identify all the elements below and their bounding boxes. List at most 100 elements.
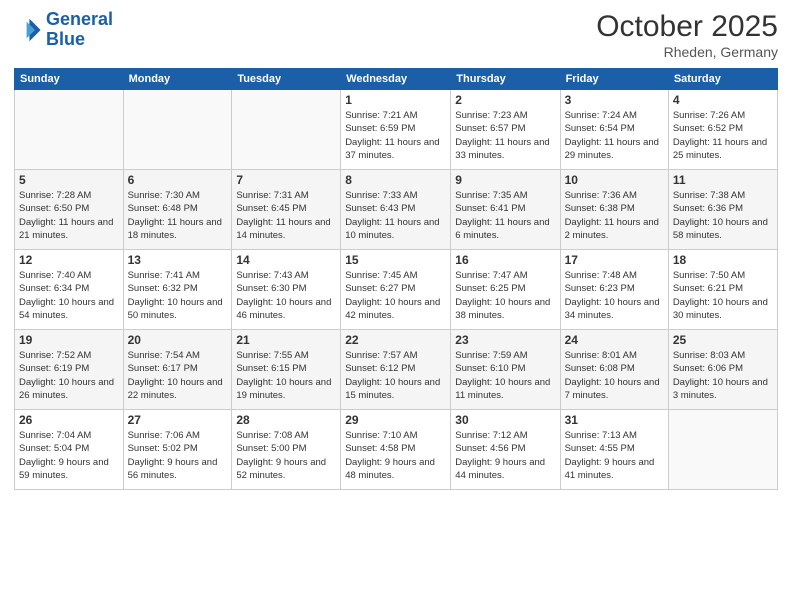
day-info: Sunrise: 7:26 AM Sunset: 6:52 PM Dayligh… bbox=[673, 109, 773, 162]
logo-text: General Blue bbox=[46, 10, 113, 50]
day-info: Sunrise: 7:23 AM Sunset: 6:57 PM Dayligh… bbox=[455, 109, 555, 162]
calendar-cell: 27 Sunrise: 7:06 AM Sunset: 5:02 PM Dayli… bbox=[123, 410, 232, 490]
day-number: 10 bbox=[565, 173, 664, 187]
day-number: 15 bbox=[345, 253, 446, 267]
day-info: Sunrise: 7:57 AM Sunset: 6:12 PM Dayligh… bbox=[345, 349, 446, 402]
calendar-cell: 2 Sunrise: 7:23 AM Sunset: 6:57 PM Daylig… bbox=[451, 90, 560, 170]
day-number: 17 bbox=[565, 253, 664, 267]
calendar-week-4: 19 Sunrise: 7:52 AM Sunset: 6:19 PM Dayli… bbox=[15, 330, 778, 410]
calendar-cell: 12 Sunrise: 7:40 AM Sunset: 6:34 PM Dayli… bbox=[15, 250, 124, 330]
day-header-sunday: Sunday bbox=[15, 69, 124, 90]
day-number: 25 bbox=[673, 333, 773, 347]
day-number: 11 bbox=[673, 173, 773, 187]
day-info: Sunrise: 7:28 AM Sunset: 6:50 PM Dayligh… bbox=[19, 189, 119, 242]
calendar-cell: 20 Sunrise: 7:54 AM Sunset: 6:17 PM Dayli… bbox=[123, 330, 232, 410]
day-info: Sunrise: 7:59 AM Sunset: 6:10 PM Dayligh… bbox=[455, 349, 555, 402]
calendar-cell: 17 Sunrise: 7:48 AM Sunset: 6:23 PM Dayli… bbox=[560, 250, 668, 330]
title-block: October 2025 Rheden, Germany bbox=[596, 10, 778, 60]
day-info: Sunrise: 8:03 AM Sunset: 6:06 PM Dayligh… bbox=[673, 349, 773, 402]
day-number: 6 bbox=[128, 173, 228, 187]
day-number: 5 bbox=[19, 173, 119, 187]
header: General Blue October 2025 Rheden, German… bbox=[14, 10, 778, 60]
day-header-thursday: Thursday bbox=[451, 69, 560, 90]
day-number: 9 bbox=[455, 173, 555, 187]
calendar-cell: 14 Sunrise: 7:43 AM Sunset: 6:30 PM Dayli… bbox=[232, 250, 341, 330]
calendar-cell: 25 Sunrise: 8:03 AM Sunset: 6:06 PM Dayli… bbox=[668, 330, 777, 410]
day-number: 19 bbox=[19, 333, 119, 347]
day-number: 1 bbox=[345, 93, 446, 107]
day-info: Sunrise: 7:35 AM Sunset: 6:41 PM Dayligh… bbox=[455, 189, 555, 242]
day-info: Sunrise: 7:45 AM Sunset: 6:27 PM Dayligh… bbox=[345, 269, 446, 322]
calendar-cell: 7 Sunrise: 7:31 AM Sunset: 6:45 PM Daylig… bbox=[232, 170, 341, 250]
day-number: 20 bbox=[128, 333, 228, 347]
day-header-monday: Monday bbox=[123, 69, 232, 90]
day-info: Sunrise: 7:04 AM Sunset: 5:04 PM Dayligh… bbox=[19, 429, 119, 482]
calendar-header-row: SundayMondayTuesdayWednesdayThursdayFrid… bbox=[15, 69, 778, 90]
day-number: 18 bbox=[673, 253, 773, 267]
day-number: 31 bbox=[565, 413, 664, 427]
calendar-cell: 13Sunrise: 7:41 AM Sunset: 6:32 PM Dayli… bbox=[123, 250, 232, 330]
day-header-tuesday: Tuesday bbox=[232, 69, 341, 90]
calendar: SundayMondayTuesdayWednesdayThursdayFrid… bbox=[14, 68, 778, 490]
calendar-cell bbox=[232, 90, 341, 170]
day-number: 28 bbox=[236, 413, 336, 427]
day-number: 7 bbox=[236, 173, 336, 187]
day-info: Sunrise: 7:36 AM Sunset: 6:38 PM Dayligh… bbox=[565, 189, 664, 242]
day-info: Sunrise: 7:08 AM Sunset: 5:00 PM Dayligh… bbox=[236, 429, 336, 482]
day-info: Sunrise: 7:31 AM Sunset: 6:45 PM Dayligh… bbox=[236, 189, 336, 242]
day-number: 13 bbox=[128, 253, 228, 267]
calendar-cell: 11 Sunrise: 7:38 AM Sunset: 6:36 PM Dayli… bbox=[668, 170, 777, 250]
month-title: October 2025 bbox=[596, 10, 778, 44]
day-info: Sunrise: 7:33 AM Sunset: 6:43 PM Dayligh… bbox=[345, 189, 446, 242]
calendar-cell: 26 Sunrise: 7:04 AM Sunset: 5:04 PM Dayli… bbox=[15, 410, 124, 490]
day-info: Sunrise: 7:50 AM Sunset: 6:21 PM Dayligh… bbox=[673, 269, 773, 322]
calendar-cell: 5 Sunrise: 7:28 AM Sunset: 6:50 PM Daylig… bbox=[15, 170, 124, 250]
logo-line2: Blue bbox=[46, 30, 113, 50]
calendar-cell: 22Sunrise: 7:57 AM Sunset: 6:12 PM Dayli… bbox=[341, 330, 451, 410]
day-info: Sunrise: 7:40 AM Sunset: 6:34 PM Dayligh… bbox=[19, 269, 119, 322]
calendar-cell: 31Sunrise: 7:13 AM Sunset: 4:55 PM Dayli… bbox=[560, 410, 668, 490]
day-number: 14 bbox=[236, 253, 336, 267]
day-info: Sunrise: 8:01 AM Sunset: 6:08 PM Dayligh… bbox=[565, 349, 664, 402]
day-number: 2 bbox=[455, 93, 555, 107]
day-info: Sunrise: 7:21 AM Sunset: 6:59 PM Dayligh… bbox=[345, 109, 446, 162]
day-number: 26 bbox=[19, 413, 119, 427]
day-info: Sunrise: 7:52 AM Sunset: 6:19 PM Dayligh… bbox=[19, 349, 119, 402]
calendar-cell bbox=[15, 90, 124, 170]
day-info: Sunrise: 7:06 AM Sunset: 5:02 PM Dayligh… bbox=[128, 429, 228, 482]
day-info: Sunrise: 7:55 AM Sunset: 6:15 PM Dayligh… bbox=[236, 349, 336, 402]
calendar-cell bbox=[668, 410, 777, 490]
day-number: 24 bbox=[565, 333, 664, 347]
logo-icon bbox=[14, 16, 42, 44]
day-info: Sunrise: 7:30 AM Sunset: 6:48 PM Dayligh… bbox=[128, 189, 228, 242]
calendar-week-3: 12 Sunrise: 7:40 AM Sunset: 6:34 PM Dayli… bbox=[15, 250, 778, 330]
calendar-week-1: 1 Sunrise: 7:21 AM Sunset: 6:59 PM Daylig… bbox=[15, 90, 778, 170]
calendar-cell: 1 Sunrise: 7:21 AM Sunset: 6:59 PM Daylig… bbox=[341, 90, 451, 170]
day-info: Sunrise: 7:10 AM Sunset: 4:58 PM Dayligh… bbox=[345, 429, 446, 482]
day-number: 30 bbox=[455, 413, 555, 427]
day-info: Sunrise: 7:54 AM Sunset: 6:17 PM Dayligh… bbox=[128, 349, 228, 402]
day-number: 3 bbox=[565, 93, 664, 107]
calendar-cell: 21 Sunrise: 7:55 AM Sunset: 6:15 PM Dayli… bbox=[232, 330, 341, 410]
calendar-cell: 24 Sunrise: 8:01 AM Sunset: 6:08 PM Dayli… bbox=[560, 330, 668, 410]
day-number: 12 bbox=[19, 253, 119, 267]
day-info: Sunrise: 7:48 AM Sunset: 6:23 PM Dayligh… bbox=[565, 269, 664, 322]
location: Rheden, Germany bbox=[596, 44, 778, 60]
day-number: 27 bbox=[128, 413, 228, 427]
day-info: Sunrise: 7:43 AM Sunset: 6:30 PM Dayligh… bbox=[236, 269, 336, 322]
day-info: Sunrise: 7:47 AM Sunset: 6:25 PM Dayligh… bbox=[455, 269, 555, 322]
calendar-cell: 18 Sunrise: 7:50 AM Sunset: 6:21 PM Dayli… bbox=[668, 250, 777, 330]
day-number: 29 bbox=[345, 413, 446, 427]
day-number: 21 bbox=[236, 333, 336, 347]
day-number: 8 bbox=[345, 173, 446, 187]
day-info: Sunrise: 7:24 AM Sunset: 6:54 PM Dayligh… bbox=[565, 109, 664, 162]
calendar-cell: 23 Sunrise: 7:59 AM Sunset: 6:10 PM Dayli… bbox=[451, 330, 560, 410]
calendar-cell: 19 Sunrise: 7:52 AM Sunset: 6:19 PM Dayli… bbox=[15, 330, 124, 410]
day-number: 4 bbox=[673, 93, 773, 107]
day-info: Sunrise: 7:38 AM Sunset: 6:36 PM Dayligh… bbox=[673, 189, 773, 242]
calendar-cell: 9 Sunrise: 7:35 AM Sunset: 6:41 PM Daylig… bbox=[451, 170, 560, 250]
day-header-saturday: Saturday bbox=[668, 69, 777, 90]
calendar-cell: 15 Sunrise: 7:45 AM Sunset: 6:27 PM Dayli… bbox=[341, 250, 451, 330]
day-number: 23 bbox=[455, 333, 555, 347]
calendar-cell: 6 Sunrise: 7:30 AM Sunset: 6:48 PM Daylig… bbox=[123, 170, 232, 250]
